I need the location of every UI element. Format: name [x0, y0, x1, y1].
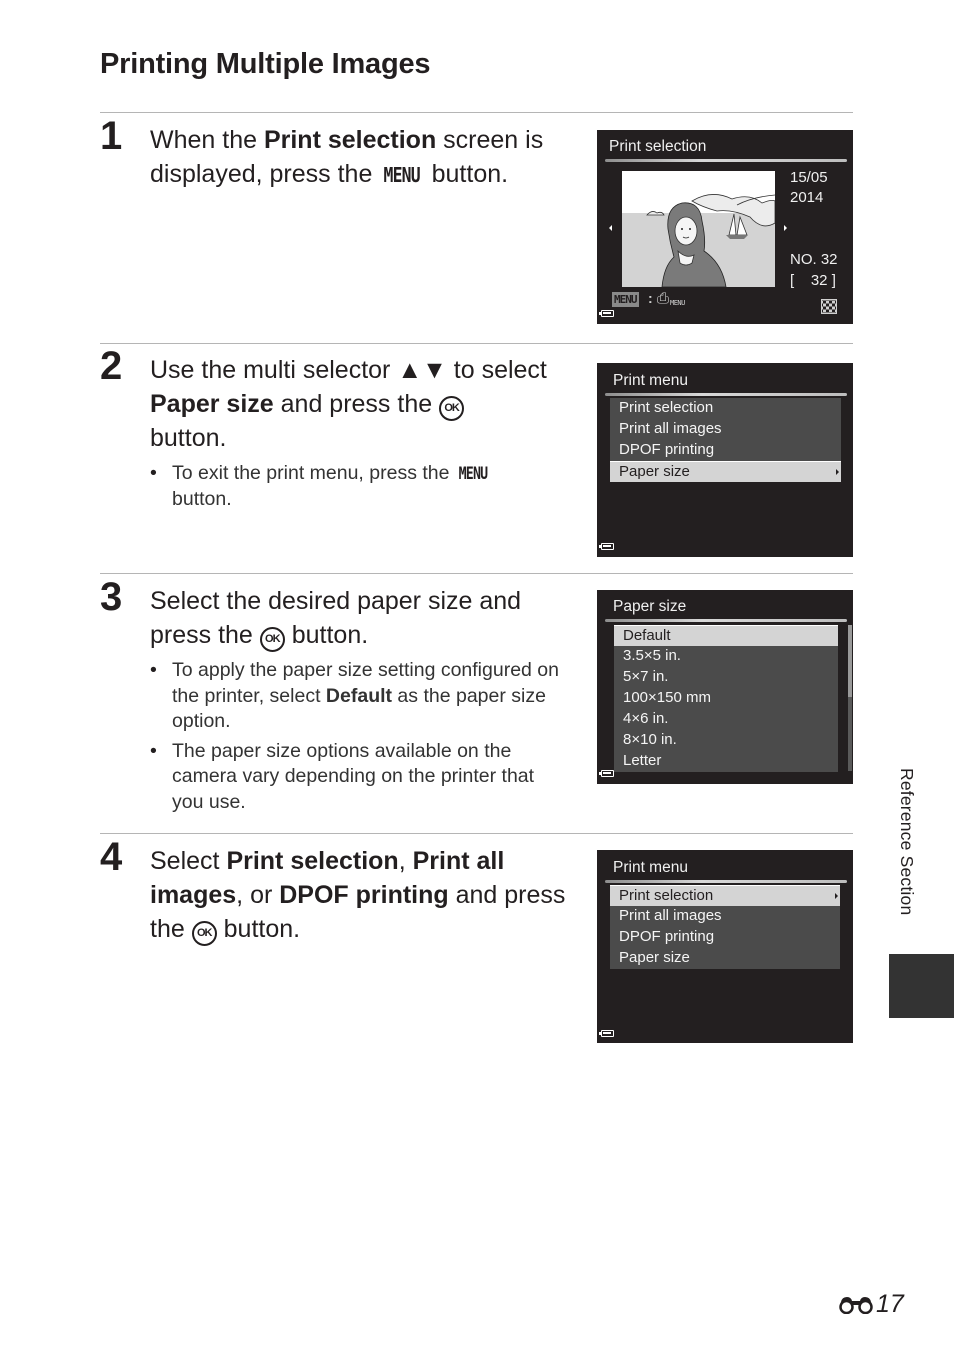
camera-screen-print-menu: Print menu Print selection Print all ima…: [597, 363, 853, 557]
print-menu-label: MENU: [670, 299, 685, 307]
battery-icon: [599, 1030, 614, 1037]
step-2-text: Use the multi selector ▲▼ to select Pape…: [150, 356, 547, 452]
bold-term: Paper size: [150, 390, 274, 418]
page-title: Printing Multiple Images: [100, 48, 431, 80]
step-3-notes: To apply the paper size setting configur…: [150, 658, 570, 819]
left-arrow-icon: [609, 225, 612, 231]
screen-title: Print menu: [613, 372, 688, 389]
screen-divider: [605, 619, 847, 622]
menu-list: Print selection Print all images DPOF pr…: [610, 885, 840, 969]
menu-item-paper-size[interactable]: Paper size: [610, 948, 840, 969]
bold-term: DPOF printing: [279, 881, 449, 909]
ok-button-icon: OK: [191, 921, 217, 946]
menu-item-print-all-images[interactable]: Print all images: [610, 906, 840, 927]
menu-item-dpof-printing[interactable]: DPOF printing: [610, 440, 841, 461]
note-item: To apply the paper size setting configur…: [150, 658, 570, 735]
print-count: [ 32 ]: [790, 272, 836, 289]
step-3-text: Select the desired paper size and press …: [150, 584, 570, 652]
divider: [100, 573, 853, 574]
note-item: To exit the print menu, press the MENU b…: [150, 461, 570, 512]
divider: [100, 343, 853, 344]
screen-divider: [605, 159, 847, 162]
option-100x150mm[interactable]: 100×150 mm: [614, 688, 838, 709]
submenu-arrow-icon: [835, 893, 838, 899]
step-number: 2: [100, 344, 123, 388]
camera-screen-print-selection: Print selection 15/05 2014 NO. 32 [ 32 ]…: [597, 130, 853, 324]
section-tab-marker: [889, 954, 954, 1018]
separator: :: [648, 290, 653, 306]
menu-button-icon: MENU: [383, 163, 421, 187]
date-label: 15/05: [790, 169, 828, 186]
section-tab-label: Reference Section: [897, 768, 917, 916]
screen-title: Print menu: [613, 859, 688, 876]
ok-button-icon: OK: [259, 627, 285, 652]
option-4x6[interactable]: 4×6 in.: [614, 709, 838, 730]
menu-item-dpof-printing[interactable]: DPOF printing: [610, 927, 840, 948]
divider: [100, 833, 853, 834]
option-letter[interactable]: Letter: [614, 751, 838, 772]
photo-thumbnail: [622, 171, 775, 287]
camera-screen-print-menu-final: Print menu Print selection Print all ima…: [597, 850, 853, 1043]
menu-badge-icon: MENU: [612, 292, 639, 307]
divider: [100, 112, 853, 113]
screen-divider: [605, 393, 847, 396]
step-number: 1: [100, 114, 123, 158]
page-number: 17: [838, 1290, 904, 1319]
bold-term: Print selection: [263, 126, 437, 154]
screen-divider: [605, 880, 847, 883]
menu-item-print-all-images[interactable]: Print all images: [610, 419, 841, 440]
ok-button-icon: OK: [439, 396, 465, 421]
step-number: 3: [100, 575, 123, 619]
option-5x7[interactable]: 5×7 in.: [614, 667, 838, 688]
step-number: 4: [100, 835, 123, 879]
scrollbar-thumb[interactable]: [848, 625, 852, 697]
screen-title: Print selection: [609, 138, 707, 155]
option-8x10[interactable]: 8×10 in.: [614, 730, 838, 751]
paper-size-list: Default 3.5×5 in. 5×7 in. 100×150 mm 4×6…: [614, 625, 838, 772]
step-1-text: When the Print selection screen is displ…: [150, 123, 570, 192]
battery-icon: [599, 543, 614, 550]
menu-list: Print selection Print all images DPOF pr…: [610, 398, 841, 482]
step-4-text: Select Print selection, Print all images…: [150, 844, 570, 946]
menu-item-print-selection[interactable]: Print selection: [610, 885, 840, 906]
menu-item-print-selection[interactable]: Print selection: [610, 398, 841, 419]
screen-title: Paper size: [613, 598, 687, 615]
battery-icon: [599, 770, 614, 777]
bold-term: Default: [325, 684, 393, 707]
note-item: The paper size options available on the …: [150, 739, 570, 816]
image-number: NO. 32: [790, 251, 838, 268]
option-default[interactable]: Default: [614, 625, 838, 646]
step-2-notes: To exit the print menu, press the MENU b…: [150, 461, 570, 516]
menu-button-icon: MENU: [458, 464, 488, 483]
portrait-illustration: [622, 171, 775, 287]
year-label: 2014: [790, 189, 824, 206]
print-icon: ⎙: [657, 290, 670, 307]
submenu-arrow-icon: [836, 469, 839, 475]
battery-icon: [599, 310, 614, 317]
binoculars-icon: [839, 1297, 873, 1314]
right-arrow-icon: [784, 225, 787, 231]
up-down-arrows-icon: ▲▼: [397, 356, 447, 384]
bold-term: Print selection: [226, 847, 399, 875]
camera-screen-paper-size: Paper size Default 3.5×5 in. 5×7 in. 100…: [597, 590, 853, 784]
thumbnail-view-icon: [821, 299, 837, 314]
menu-item-paper-size[interactable]: Paper size: [610, 461, 841, 482]
option-3-5x5[interactable]: 3.5×5 in.: [614, 646, 838, 667]
